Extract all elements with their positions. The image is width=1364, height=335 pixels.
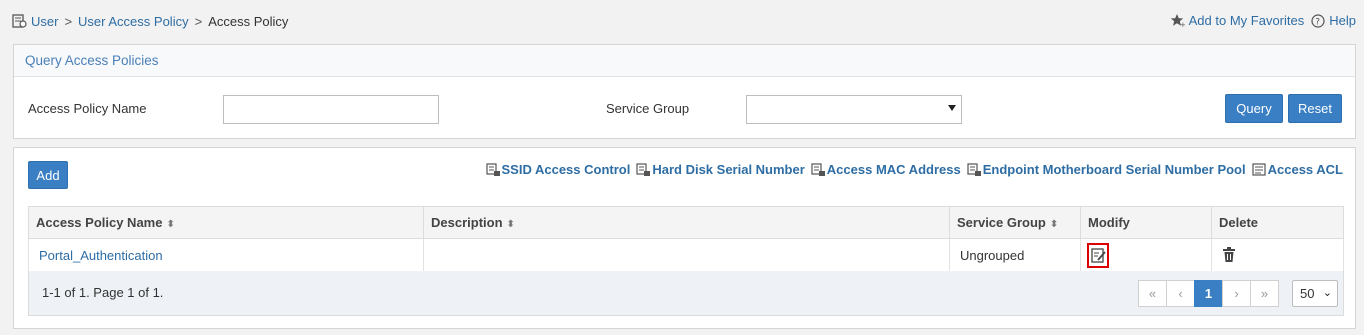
access-mac-address-link[interactable]: Access MAC Address <box>811 162 961 177</box>
query-panel-title: Query Access Policies <box>14 45 1355 77</box>
acl-doc-icon <box>1252 162 1266 176</box>
config-doc-icon <box>636 162 651 176</box>
config-doc-icon <box>485 162 500 176</box>
policy-list-panel: Add SSID Access Control Hard Disk Serial… <box>13 147 1356 329</box>
help-icon[interactable]: ? <box>1311 13 1325 28</box>
cell-modify <box>1080 238 1212 272</box>
reset-button[interactable]: Reset <box>1288 94 1342 123</box>
svg-text:+: + <box>1180 21 1185 28</box>
table-footer: 1-1 of 1. Page 1 of 1. « ‹ 1 › » 50 ⌄ <box>28 271 1344 316</box>
top-bar: User > User Access Policy > Access Polic… <box>0 0 1364 42</box>
access-acl-link[interactable]: Access ACL <box>1252 162 1343 177</box>
ssid-access-control-link[interactable]: SSID Access Control <box>485 162 631 177</box>
page-size-select[interactable]: 50 ⌄ <box>1292 280 1338 307</box>
query-panel: Query Access Policies Access Policy Name… <box>13 44 1356 139</box>
config-doc-icon <box>967 162 981 176</box>
cell-description <box>423 238 950 272</box>
cell-policy-name: Portal_Authentication <box>28 238 424 272</box>
last-page-button[interactable]: » <box>1250 280 1279 307</box>
next-page-button[interactable]: › <box>1222 280 1251 307</box>
policy-name-input[interactable] <box>223 95 439 124</box>
motherboard-serial-pool-link[interactable]: Endpoint Motherboard Serial Number Pool <box>967 162 1246 177</box>
column-modify: Modify <box>1080 206 1212 239</box>
policy-table: Access Policy Name ⬍ Description ⬍ Service… <box>28 206 1344 272</box>
cell-delete <box>1211 238 1344 272</box>
first-page-button[interactable]: « <box>1138 280 1167 307</box>
column-label: Service Group <box>957 215 1046 230</box>
prev-page-button[interactable]: ‹ <box>1166 280 1195 307</box>
help-link[interactable]: Help <box>1329 13 1356 28</box>
breadcrumb-current: Access Policy <box>208 14 289 29</box>
column-delete: Delete <box>1211 206 1344 239</box>
cell-service-group: Ungrouped <box>949 238 1081 272</box>
column-label: Description <box>431 215 503 230</box>
column-service-group[interactable]: Service Group ⬍ <box>949 206 1081 239</box>
add-to-favorites-link[interactable]: Add to My Favorites <box>1189 13 1305 28</box>
access-acl-label: Access ACL <box>1267 162 1343 177</box>
breadcrumb-separator: > <box>64 14 73 29</box>
svg-text:?: ? <box>1315 17 1320 27</box>
related-links: SSID Access Control Hard Disk Serial Num… <box>485 162 1343 177</box>
query-button[interactable]: Query <box>1225 94 1283 123</box>
breadcrumb-separator: > <box>194 14 203 29</box>
sort-icon[interactable]: ⬍ <box>166 219 174 230</box>
pagination: « ‹ 1 › » <box>1138 280 1279 307</box>
dropdown-caret-icon <box>948 105 956 111</box>
column-label: Access Policy Name <box>36 215 163 230</box>
star-add-icon[interactable]: + <box>1170 13 1185 28</box>
breadcrumb: User > User Access Policy > Access Polic… <box>12 14 288 29</box>
service-group-label: Service Group <box>606 101 690 116</box>
column-description[interactable]: Description ⬍ <box>423 206 950 239</box>
pagination-summary: 1-1 of 1. Page 1 of 1. <box>42 285 164 300</box>
hard-disk-serial-label: Hard Disk Serial Number <box>652 162 805 177</box>
add-button[interactable]: Add <box>28 161 68 189</box>
top-right-links: + Add to My Favorites ? Help <box>1170 13 1356 28</box>
access-mac-address-label: Access MAC Address <box>826 162 961 177</box>
hard-disk-serial-link[interactable]: Hard Disk Serial Number <box>636 162 805 177</box>
sort-icon[interactable]: ⬍ <box>1050 219 1058 230</box>
user-module-icon <box>12 14 27 28</box>
ssid-access-control-label: SSID Access Control <box>501 162 631 177</box>
trash-icon[interactable] <box>1222 247 1236 263</box>
breadcrumb-user-access-policy[interactable]: User Access Policy <box>78 14 189 29</box>
chevron-down-icon: ⌄ <box>1322 287 1332 299</box>
motherboard-serial-pool-label: Endpoint Motherboard Serial Number Pool <box>982 162 1246 177</box>
service-group-select[interactable] <box>746 95 962 124</box>
current-page-button[interactable]: 1 <box>1194 280 1223 307</box>
table-row: Portal_Authentication Ungrouped <box>28 238 1344 272</box>
breadcrumb-user[interactable]: User <box>31 14 58 29</box>
column-policy-name[interactable]: Access Policy Name ⬍ <box>28 206 424 239</box>
table-header-row: Access Policy Name ⬍ Description ⬍ Service… <box>28 206 1344 239</box>
policy-name-label: Access Policy Name <box>28 101 147 116</box>
config-doc-icon <box>811 162 825 176</box>
policy-name-link[interactable]: Portal_Authentication <box>39 248 163 263</box>
edit-icon[interactable] <box>1090 247 1108 265</box>
sort-icon[interactable]: ⬍ <box>507 219 515 230</box>
page-size-value: 50 <box>1300 286 1315 301</box>
modify-highlight <box>1087 243 1109 268</box>
